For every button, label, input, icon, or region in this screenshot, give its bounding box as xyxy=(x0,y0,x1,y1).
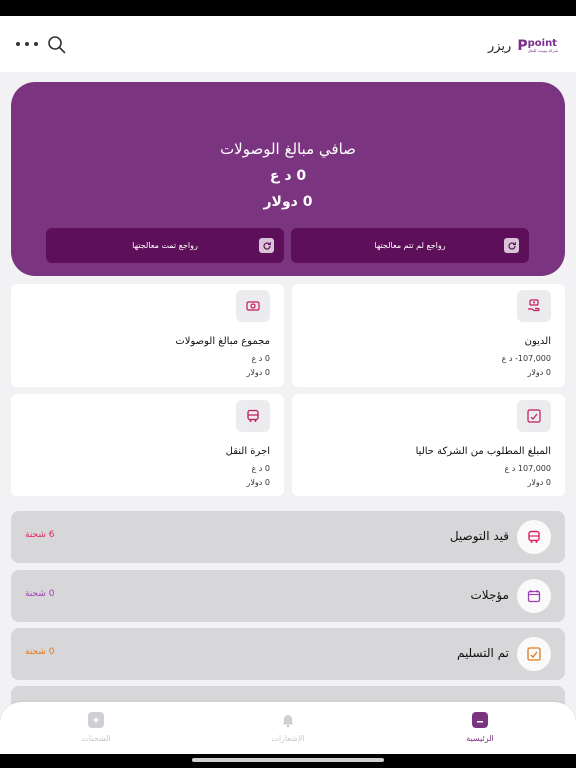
status-count: 0 شحنة xyxy=(25,647,55,657)
hero-amount-iqd: 0 د ع xyxy=(269,168,307,184)
more-menu-icon[interactable] xyxy=(16,34,38,54)
status-label: تم التسليم xyxy=(456,646,509,660)
home-indicator[interactable] xyxy=(192,758,384,762)
user-name: ريزر xyxy=(487,38,512,54)
receipts-total-usd: 0 دولار xyxy=(246,368,271,377)
receipts-total-title: مجموع مبالغ الوصولات xyxy=(175,336,270,347)
required-amount-card[interactable]: المبلغ المطلوب من الشركة حاليا 107,000 د… xyxy=(292,394,565,496)
plus-box-icon xyxy=(88,712,104,728)
required-amount-title: المبلغ المطلوب من الشركة حاليا xyxy=(415,446,551,457)
calendar-icon xyxy=(517,579,551,613)
unprocessed-returns-label: رواجع لم تتم معالجتها xyxy=(374,241,446,250)
receipts-total-iqd: 0 د ع xyxy=(251,354,270,363)
debts-card[interactable]: الديون 107,000- د ع 0 دولار xyxy=(292,284,565,387)
debts-usd: 0 دولار xyxy=(527,368,552,377)
nav-notifications[interactable]: الاشعارات xyxy=(253,712,323,743)
logo-subtext: ِشركة بوينت للنقل xyxy=(527,48,558,53)
transport-fee-usd: 0 دولار xyxy=(246,478,271,487)
nav-shipments[interactable]: الشحنات xyxy=(61,712,131,743)
status-row-postponed[interactable]: مؤجلات 0 شحنة xyxy=(11,570,565,622)
processed-returns-button[interactable]: رواجع تمت معالجتها xyxy=(46,228,284,263)
cash-icon xyxy=(236,290,270,322)
status-count: 0 شحنة xyxy=(25,589,55,599)
nav-home[interactable]: الرئيسية xyxy=(445,712,515,743)
hero-amount-usd: 0 دولار xyxy=(263,194,313,210)
refresh-icon xyxy=(504,238,519,253)
debts-title: الديون xyxy=(524,336,551,347)
bottom-navigation: الرئيسية الاشعارات الشحنات xyxy=(0,702,576,754)
brand: ريزر P point ِشركة بوينت للنقل xyxy=(488,36,558,56)
debts-iqd: 107,000- د ع xyxy=(501,354,551,363)
chart-check-icon xyxy=(517,637,551,671)
logo-mark: P xyxy=(517,38,528,54)
search-icon[interactable] xyxy=(46,34,68,56)
refresh-icon xyxy=(259,238,274,253)
required-amount-usd: 0 دولار xyxy=(527,478,552,487)
processed-returns-label: رواجع تمت معالجتها xyxy=(132,241,198,250)
status-row-delivered[interactable]: تم التسليم 0 شحنة xyxy=(11,628,565,680)
nav-notifications-label: الاشعارات xyxy=(271,734,305,743)
required-amount-iqd: 107,000 د ع xyxy=(504,464,551,473)
chart-check-icon xyxy=(517,400,551,432)
transport-fee-iqd: 0 د ع xyxy=(251,464,270,473)
transport-fee-card[interactable]: اجرة النقل 0 د ع 0 دولار xyxy=(11,394,284,496)
status-bar xyxy=(0,0,576,16)
top-bar: ريزر P point ِشركة بوينت للنقل xyxy=(0,16,576,72)
transport-fee-title: اجرة النقل xyxy=(225,446,270,457)
hero-title: صافي مبالغ الوصولات xyxy=(220,140,356,158)
bell-icon xyxy=(280,712,296,728)
receipts-summary-card: صافي مبالغ الوصولات 0 د ع 0 دولار رواجع … xyxy=(11,82,565,276)
status-label: قيد التوصيل xyxy=(449,529,509,543)
status-count: 6 شحنة xyxy=(25,530,55,540)
nav-shipments-label: الشحنات xyxy=(81,734,111,743)
brand-logo: P point ِشركة بوينت للنقل xyxy=(517,38,558,54)
status-row-in-delivery[interactable]: قيد التوصيل 6 شحنة xyxy=(11,511,565,563)
hand-money-icon xyxy=(517,290,551,322)
bus-icon xyxy=(517,520,551,554)
unprocessed-returns-button[interactable]: رواجع لم تتم معالجتها xyxy=(291,228,529,263)
bus-icon xyxy=(236,400,270,432)
home-icon xyxy=(472,712,488,728)
status-label: مؤجلات xyxy=(470,588,509,602)
receipts-total-card[interactable]: مجموع مبالغ الوصولات 0 د ع 0 دولار xyxy=(11,284,284,387)
nav-home-label: الرئيسية xyxy=(466,734,494,743)
